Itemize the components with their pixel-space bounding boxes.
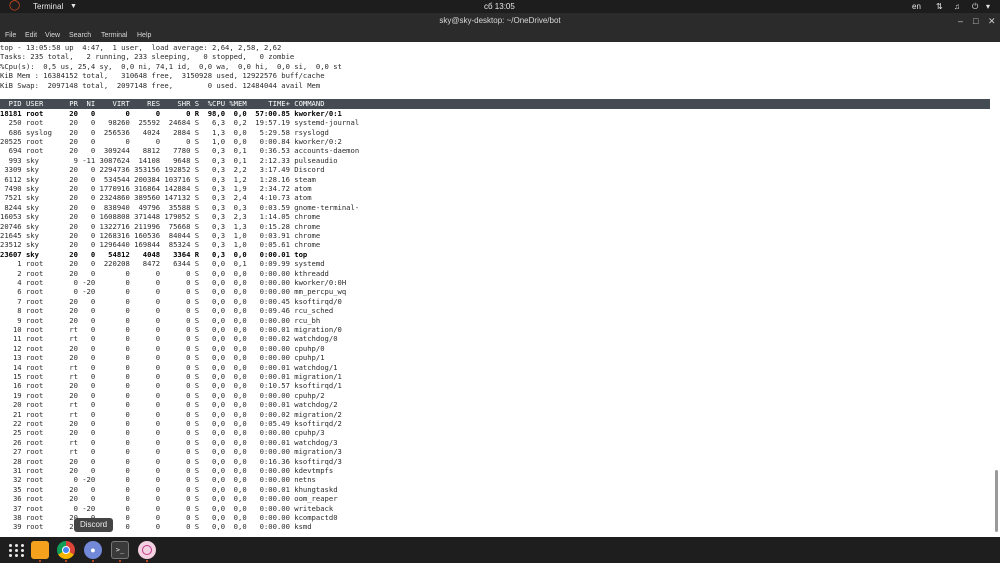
- process-row: 20 root rt 0 0 0 0 S 0,0 0,0 0:00.01 wat…: [0, 400, 338, 410]
- process-row: 32 root 0 -20 0 0 0 S 0,0 0,0 0:00.00 ne…: [0, 475, 316, 485]
- process-row: 19 root 20 0 0 0 0 S 0,0 0,0 0:00.00 cpu…: [0, 390, 325, 400]
- chevron-down-icon[interactable]: ▾: [986, 1, 990, 12]
- process-row: 21645 sky 20 0 1268316 160536 84044 S 0,…: [0, 231, 321, 240]
- process-row: 18181 root 20 0 0 0 0 R 98,0 0,0 57:00.8…: [0, 108, 342, 118]
- process-row: 11 root rt 0 0 0 0 S 0,0 0,0 0:00.02 wat…: [0, 334, 338, 344]
- process-row: 15 root rt 0 0 0 0 S 0,0 0,0 0:00.01 mig…: [0, 372, 342, 381]
- menu-help[interactable]: Help: [137, 31, 151, 40]
- process-row: 12 root 20 0 0 0 0 S 0,0 0,0 0:00.00 cpu…: [0, 343, 325, 353]
- volume-icon[interactable]: ♫: [954, 1, 960, 12]
- process-row: 250 root 20 0 98260 25592 24684 S 6,3 0,…: [0, 118, 360, 128]
- clock[interactable]: сб 13:05: [484, 1, 515, 12]
- process-row: 6 root 0 -20 0 0 0 S 0,0 0,0 0:00.00 mm_…: [0, 287, 347, 297]
- process-row: 7521 sky 20 0 2324860 389560 147132 S 0,…: [0, 193, 312, 203]
- process-row: 16 root 20 0 0 0 0 S 0,0 0,0 0:10.57 kso…: [0, 381, 342, 391]
- top-summary-uptime: top - 13:05:58 up 4:47, 1 user, load ave…: [0, 43, 282, 52]
- scrollbar-track[interactable]: [992, 42, 1000, 537]
- process-row: 694 root 20 0 309244 8812 7780 S 0,3 0,1…: [0, 146, 360, 156]
- process-row: 35 root 20 0 0 0 0 S 0,0 0,0 0:00.01 khu…: [0, 484, 338, 494]
- process-row: 22 root 20 0 0 0 0 S 0,0 0,0 0:05.49 kso…: [0, 419, 342, 428]
- process-row: 27 root rt 0 0 0 0 S 0,0 0,0 0:00.00 mig…: [0, 447, 342, 457]
- menu-search[interactable]: Search: [69, 31, 91, 40]
- maximize-icon[interactable]: □: [973, 15, 978, 27]
- process-row: 993 sky 9 -11 3087624 14108 9648 S 0,3 0…: [0, 155, 338, 165]
- ubuntu-logo-icon[interactable]: ◯: [9, 1, 20, 11]
- close-icon[interactable]: ✕: [988, 15, 996, 27]
- power-icon[interactable]: ⏻: [972, 1, 978, 12]
- process-row: 8244 sky 20 0 838940 49796 35588 S 0,3 0…: [0, 202, 360, 212]
- process-row: 10 root rt 0 0 0 0 S 0,0 0,0 0:00.01 mig…: [0, 325, 342, 334]
- top-summary-tasks: Tasks: 235 total, 2 running, 233 sleepin…: [0, 52, 295, 62]
- active-app-menu[interactable]: Terminal: [33, 1, 63, 12]
- menu-bar: File Edit View Search Terminal Help: [0, 29, 1000, 42]
- process-row: 2 root 20 0 0 0 0 S 0,0 0,0 0:00.00 kthr…: [0, 268, 329, 278]
- minimize-icon[interactable]: –: [958, 15, 963, 27]
- process-row: 9 root 20 0 0 0 0 S 0,0 0,0 0:00.00 rcu_…: [0, 315, 321, 325]
- menu-view[interactable]: View: [45, 31, 60, 40]
- app-icon[interactable]: [138, 541, 156, 559]
- files-icon[interactable]: [31, 541, 49, 559]
- running-indicator: [119, 560, 121, 562]
- running-indicator: [65, 560, 67, 562]
- show-applications-icon[interactable]: [7, 541, 25, 559]
- running-indicator: [92, 560, 94, 562]
- menu-file[interactable]: File: [5, 31, 16, 40]
- discord-icon[interactable]: ●: [84, 541, 102, 559]
- process-row: 7 root 20 0 0 0 0 S 0,0 0,0 0:00.45 ksof…: [0, 296, 342, 306]
- process-row: 686 syslog 20 0 256536 4024 2884 S 1,3 0…: [0, 127, 329, 137]
- menu-terminal[interactable]: Terminal: [101, 31, 127, 40]
- window-titlebar[interactable]: sky@sky-desktop: ~/OneDrive/bot – □ ✕: [0, 13, 1000, 29]
- running-indicator: [146, 560, 148, 562]
- scrollbar-thumb[interactable]: [995, 470, 998, 532]
- process-row: 7490 sky 20 0 1770916 316864 142884 S 0,…: [0, 184, 312, 193]
- running-indicator: [39, 560, 41, 562]
- top-summary-cpu: %Cpu(s): 0,5 us, 25,4 sy, 0,0 ni, 74,1 i…: [0, 61, 342, 71]
- process-row: 21 root rt 0 0 0 0 S 0,0 0,0 0:00.02 mig…: [0, 409, 342, 419]
- process-row: 4 root 0 -20 0 0 0 S 0,0 0,0 0:00.00 kwo…: [0, 278, 347, 287]
- process-row: 20746 sky 20 0 1322716 211996 75668 S 0,…: [0, 221, 321, 231]
- window-title: sky@sky-desktop: ~/OneDrive/bot: [439, 16, 561, 25]
- dock-tooltip: Discord: [74, 518, 114, 532]
- process-row: 28 root 20 0 0 0 0 S 0,0 0,0 0:16.36 kso…: [0, 456, 342, 466]
- process-row: 26 root rt 0 0 0 0 S 0,0 0,0 0:00.01 wat…: [0, 437, 338, 447]
- process-row: 39 root 20 0 0 0 0 S 0,0 0,0 0:00.00 ksm…: [0, 522, 312, 532]
- process-table-header: PID USER PR NI VIRT RES SHR S %CPU %MEM …: [0, 99, 990, 109]
- terminal-icon[interactable]: >_: [111, 541, 129, 559]
- process-row: 23512 sky 20 0 1296440 169844 85324 S 0,…: [0, 240, 321, 250]
- process-row: 37 root 0 -20 0 0 0 S 0,0 0,0 0:00.00 wr…: [0, 503, 334, 513]
- top-summary-mem: KiB Mem : 16384152 total, 310648 free, 3…: [0, 71, 325, 81]
- process-row: 23607 sky 20 0 54812 4048 3364 R 0,3 0,0…: [0, 249, 308, 259]
- top-summary-swap: KiB Swap: 2097148 total, 2097148 free, 0…: [0, 80, 321, 90]
- terminal-output[interactable]: top - 13:05:58 up 4:47, 1 user, load ave…: [0, 42, 1000, 537]
- process-row: 20525 root 20 0 0 0 0 S 1,0 0,0 0:00.84 …: [0, 137, 342, 146]
- process-row: 38 root 20 0 0 0 0 S 0,0 0,0 0:00.00 kco…: [0, 513, 338, 522]
- network-icon[interactable]: ⇅: [936, 1, 943, 12]
- menu-edit[interactable]: Edit: [25, 31, 37, 40]
- language-indicator[interactable]: en: [912, 1, 921, 12]
- process-row: 14 root rt 0 0 0 0 S 0,0 0,0 0:00.01 wat…: [0, 362, 338, 372]
- process-row: 36 root 20 0 0 0 0 S 0,0 0,0 0:00.00 oom…: [0, 494, 338, 504]
- chrome-icon[interactable]: [57, 541, 75, 559]
- process-row: 13 root 20 0 0 0 0 S 0,0 0,0 0:00.00 cpu…: [0, 353, 325, 363]
- process-row: 16053 sky 20 0 1608808 371448 179052 S 0…: [0, 212, 321, 222]
- top-panel: ◯ Terminal ▼ сб 13:05 en ⇅ ♫ ⏻ ▾: [0, 0, 1000, 13]
- process-row: 8 root 20 0 0 0 0 S 0,0 0,0 0:09.46 rcu_…: [0, 306, 334, 316]
- chevron-down-icon: ▼: [70, 3, 77, 10]
- process-row: 3309 sky 20 0 2294736 353156 192852 S 0,…: [0, 165, 325, 175]
- process-row: 31 root 20 0 0 0 0 S 0,0 0,0 0:00.00 kde…: [0, 466, 334, 475]
- process-row: 25 root 20 0 0 0 0 S 0,0 0,0 0:00.00 cpu…: [0, 428, 325, 438]
- dock: ● >_: [0, 537, 1000, 563]
- process-row: 6112 sky 20 0 534544 200384 103716 S 0,3…: [0, 174, 316, 184]
- process-row: 1 root 20 0 220208 8472 6344 S 0,0 0,1 0…: [0, 259, 325, 269]
